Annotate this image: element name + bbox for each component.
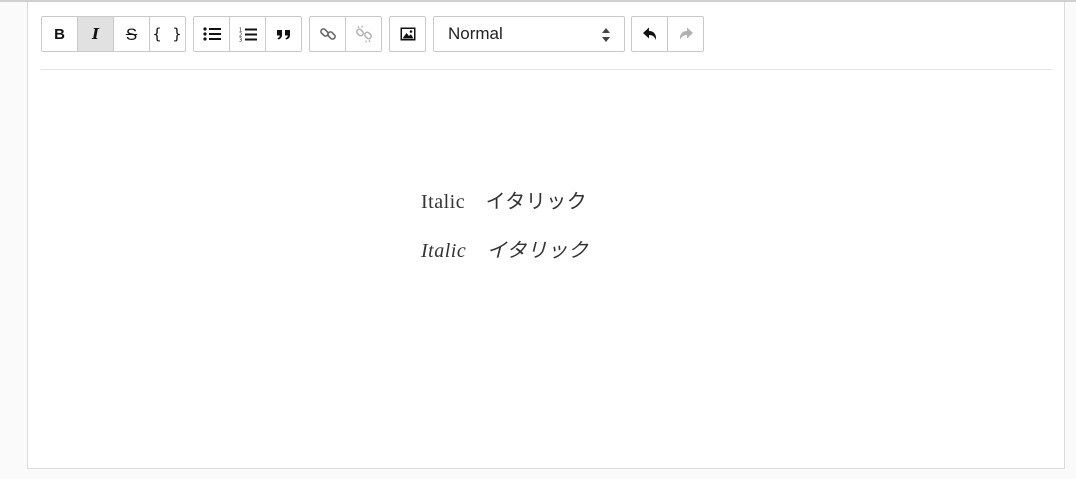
media-group (389, 16, 426, 52)
select-arrows-icon (602, 28, 610, 42)
redo-icon (679, 27, 693, 40)
strikethrough-icon: S (125, 24, 138, 44)
link-icon (319, 28, 336, 40)
text-line-italic: Italic イタリック (421, 240, 589, 262)
bold-button[interactable]: B (41, 16, 78, 52)
numbered-list-button[interactable]: 1 2 3 (229, 16, 266, 52)
code-button[interactable]: { } (149, 16, 186, 52)
undo-button[interactable] (631, 16, 668, 52)
bullet-list-button[interactable] (193, 16, 230, 52)
undo-icon (642, 27, 656, 40)
bullet-list-icon (202, 27, 221, 41)
unlink-icon (355, 25, 372, 43)
strikethrough-button[interactable]: S (113, 16, 150, 52)
svg-text:3: 3 (239, 37, 242, 42)
blockquote-button[interactable] (265, 16, 302, 52)
image-icon (400, 27, 415, 41)
text-line-plain: Italic イタリック (421, 191, 588, 213)
image-button[interactable] (389, 16, 426, 52)
block-type-value: Normal (448, 24, 503, 43)
link-button[interactable] (309, 16, 346, 52)
italic-button[interactable]: I (77, 16, 114, 52)
editor-content[interactable]: Italic イタリック Italic イタリック (421, 185, 588, 283)
block-style-group: 1 2 3 (193, 16, 302, 52)
redo-button[interactable] (667, 16, 704, 52)
blockquote-icon (276, 29, 290, 39)
history-group (631, 16, 704, 52)
bold-icon: B (54, 25, 65, 43)
italic-icon: I (91, 24, 100, 43)
unlink-button[interactable] (345, 16, 382, 52)
code-icon: { } (152, 24, 183, 43)
link-group (309, 16, 382, 52)
rich-text-editor: B I S { } 1 2 3 Normal Italic イタリック Ital… (27, 2, 1065, 469)
toolbar-divider (41, 69, 1053, 70)
inline-style-group: B I S { } (41, 16, 186, 52)
block-type-select[interactable]: Normal (433, 16, 625, 52)
numbered-list-icon: 1 2 3 (239, 27, 257, 42)
